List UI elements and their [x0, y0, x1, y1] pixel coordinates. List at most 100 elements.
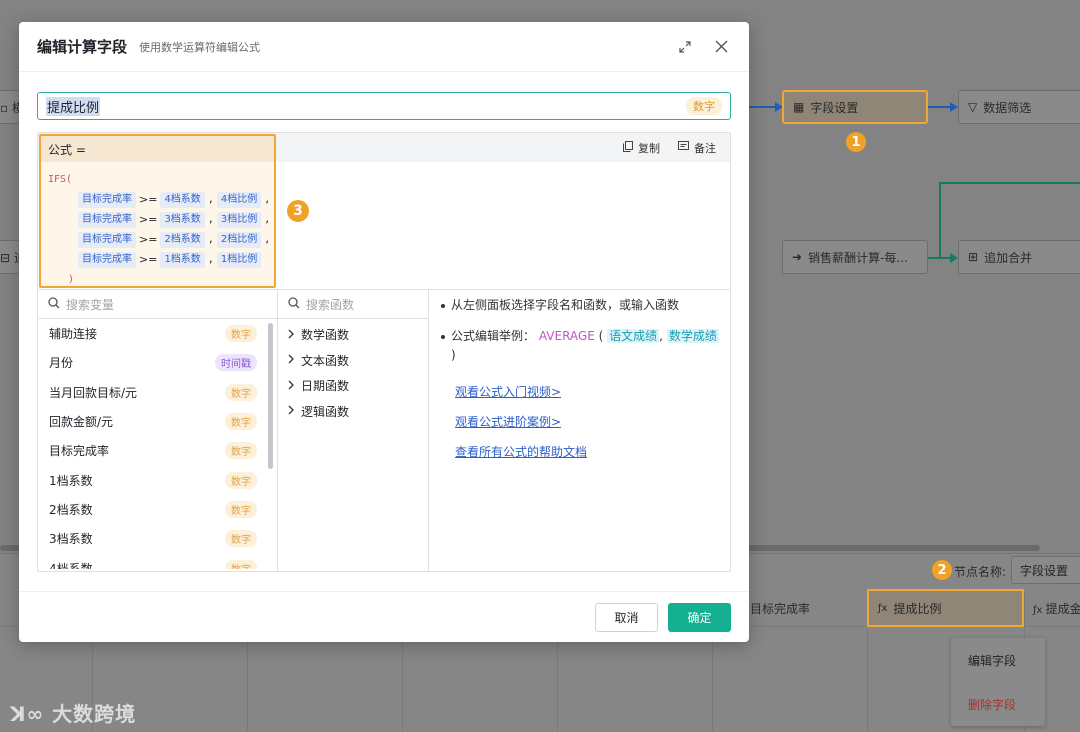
- formula-field-token[interactable]: 1档比例: [216, 252, 262, 268]
- table-icon: ▦: [793, 100, 805, 114]
- function-group-item[interactable]: 日期函数: [278, 373, 428, 399]
- marker-3: 3: [287, 200, 309, 222]
- formula-field-token[interactable]: 目标完成率: [78, 232, 136, 248]
- variable-name: 目标完成率: [49, 444, 110, 459]
- formula-operator: >=: [139, 193, 158, 206]
- note-button[interactable]: 备注: [678, 140, 716, 156]
- variable-item[interactable]: 2档系数 数字: [38, 495, 277, 524]
- variable-item[interactable]: 3档系数 数字: [38, 524, 277, 553]
- example-prefix: 公式编辑举例：: [451, 329, 536, 343]
- merge-icon: ⊞: [968, 250, 979, 264]
- menu-item-edit-field[interactable]: 编辑字段: [951, 638, 1045, 682]
- formula-line: 目标完成率 >= 3档系数 , 3档比例 ,: [48, 210, 274, 230]
- formula-function-name: IFS(: [48, 174, 73, 185]
- import-icon: ➜: [792, 250, 803, 264]
- workflow-node-data-filter[interactable]: ▽ 数据筛选: [958, 90, 1080, 124]
- menu-item-delete-field[interactable]: 删除字段: [951, 682, 1045, 726]
- search-icon: [48, 296, 60, 312]
- note-label: 备注: [694, 141, 716, 155]
- formula-field-token[interactable]: 2档比例: [216, 232, 262, 248]
- column-header-commission-amount[interactable]: ƒx 提成金: [1033, 600, 1080, 617]
- variable-item[interactable]: 4档系数 数字: [38, 553, 277, 569]
- column-header-target-rate[interactable]: 目标完成率: [750, 600, 810, 617]
- node-label: 追加合并: [984, 250, 1033, 265]
- function-group-item[interactable]: 逻辑函数: [278, 399, 428, 425]
- node-label: ▫ 横: [0, 100, 19, 115]
- example-function: AVERAGE: [538, 329, 595, 343]
- edit-calculated-field-dialog: 编辑计算字段 使用数学运算符编辑公式 提成比例 数字 复制 备注 公式 = IF…: [19, 22, 749, 642]
- help-tip: 从左侧面板选择字段名和函数，或输入函数: [441, 296, 726, 315]
- formula-field-token[interactable]: 4档比例: [216, 192, 262, 208]
- formula-icon: ƒx: [878, 602, 888, 614]
- copy-icon: [623, 140, 633, 155]
- workflow-node-sales-calc[interactable]: ➜ 销售薪酬计算-每...: [782, 240, 928, 274]
- formula-field-token[interactable]: 4档系数: [160, 192, 205, 208]
- workflow-node-field-settings[interactable]: ▦ 字段设置: [782, 90, 928, 124]
- function-group-item[interactable]: 文本函数: [278, 348, 428, 374]
- field-type-badge[interactable]: 数字: [686, 97, 722, 115]
- formula-editor-highlight[interactable]: 公式 = IFS( 目标完成率 >= 4档系数 , 4档比例 , 目标完成率 >…: [39, 134, 276, 288]
- close-icon[interactable]: [713, 39, 729, 55]
- variable-type-badge: 数字: [225, 442, 257, 460]
- formula-field-token[interactable]: 3档比例: [216, 212, 262, 228]
- example-field-chip: 语文成绩: [607, 329, 660, 343]
- variable-type-badge: 数字: [225, 559, 257, 569]
- variable-list-scrollbar[interactable]: [268, 323, 273, 469]
- variable-item[interactable]: 辅助连接 数字: [38, 319, 277, 348]
- variable-item[interactable]: 目标完成率 数字: [38, 436, 277, 465]
- formula-field-token[interactable]: 1档系数: [160, 252, 205, 268]
- connector-line: [939, 182, 941, 258]
- marker-1: 1: [846, 132, 866, 152]
- confirm-button[interactable]: 确定: [668, 602, 731, 632]
- node-name-input[interactable]: 字段设置: [1011, 556, 1080, 584]
- formula-line: 目标完成率 >= 4档系数 , 4档比例 ,: [48, 190, 274, 210]
- column-header-commission-ratio[interactable]: ƒx 提成比例: [867, 589, 1024, 627]
- variable-type-badge: 数字: [225, 383, 257, 401]
- bullet-icon: [441, 304, 445, 308]
- variable-item[interactable]: 1档系数 数字: [38, 465, 277, 494]
- variable-item[interactable]: 当月回款目标/元 数字: [38, 378, 277, 407]
- formula-comma: ,: [207, 194, 214, 205]
- help-link-intro-video[interactable]: 观看公式入门视频>: [455, 383, 726, 402]
- bullet-icon: [441, 335, 445, 339]
- workflow-node-partial[interactable]: ▫ 横: [0, 90, 20, 124]
- formula-area[interactable]: 复制 备注 公式 = IFS( 目标完成率 >= 4档系数 , 4档比例 , 目…: [38, 133, 730, 290]
- formula-field-token[interactable]: 3档系数: [160, 212, 205, 228]
- formula-field-token[interactable]: 2档系数: [160, 232, 205, 248]
- cancel-button[interactable]: 取消: [595, 602, 658, 632]
- help-link-advanced-cases[interactable]: 观看公式进阶案例>: [455, 413, 726, 432]
- workflow-node-partial[interactable]: ⊟ 追: [0, 240, 20, 274]
- variable-type-badge: 数字: [225, 530, 257, 548]
- expand-icon[interactable]: [677, 39, 693, 55]
- formula-comma: ,: [207, 254, 214, 265]
- example-paren: (: [598, 329, 604, 343]
- copy-button[interactable]: 复制: [623, 140, 660, 156]
- formula-field-token[interactable]: 目标完成率: [78, 192, 136, 208]
- formula-field-token[interactable]: 目标完成率: [78, 212, 136, 228]
- field-name-input[interactable]: 提成比例 数字: [37, 92, 731, 120]
- function-group-label: 数学函数: [301, 328, 350, 343]
- formula-comma: ,: [264, 194, 271, 205]
- help-panel: 从左侧面板选择字段名和函数，或输入函数 公式编辑举例： AVERAGE ( 语文…: [429, 290, 730, 571]
- variable-name: 2档系数: [49, 502, 93, 517]
- node-label: ⊟ 追: [0, 250, 19, 265]
- formula-field-token[interactable]: 目标完成率: [78, 252, 136, 268]
- chevron-right-icon: [288, 379, 295, 393]
- formula-comma: ,: [264, 234, 271, 245]
- variables-panel: 搜索变量 辅助连接 数字 月份 时间戳 当月回款目标/元 数字 回款金额/元 数字 目标完成率数…: [38, 290, 278, 571]
- connector-line: [939, 182, 1080, 184]
- formula-code[interactable]: IFS( 目标完成率 >= 4档系数 , 4档比例 , 目标完成率 >= 3档系…: [41, 162, 274, 290]
- variable-item[interactable]: 回款金额/元 数字: [38, 407, 277, 436]
- workflow-node-append-merge[interactable]: ⊞ 追加合并: [958, 240, 1080, 274]
- function-group-label: 日期函数: [301, 379, 350, 394]
- variable-type-badge: 数字: [225, 500, 257, 518]
- help-link-docs[interactable]: 查看所有公式的帮助文档: [455, 443, 726, 462]
- function-group-label: 逻辑函数: [301, 404, 350, 419]
- function-search-input[interactable]: 搜索函数: [278, 290, 428, 319]
- function-group-item[interactable]: 数学函数: [278, 322, 428, 348]
- note-icon: [678, 141, 689, 154]
- copy-label: 复制: [638, 141, 660, 155]
- variable-item[interactable]: 月份 时间戳: [38, 348, 277, 377]
- variable-search-input[interactable]: 搜索变量: [38, 290, 277, 319]
- formula-operator: >=: [139, 253, 158, 266]
